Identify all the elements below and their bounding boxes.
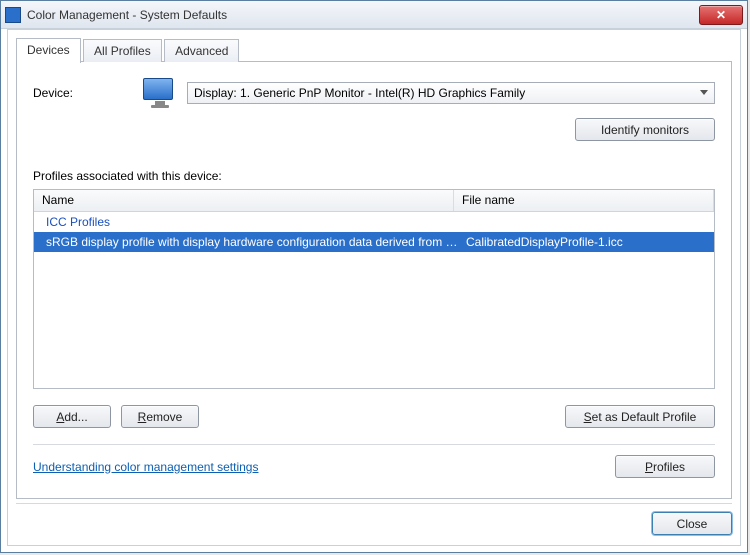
- tab-advanced[interactable]: Advanced: [164, 39, 239, 63]
- close-icon: ✕: [716, 8, 726, 22]
- tab-devices[interactable]: Devices: [16, 38, 81, 63]
- app-icon: [5, 7, 21, 23]
- listview-body: ICC Profiles sRGB display profile with d…: [34, 212, 714, 252]
- device-label: Device:: [33, 86, 133, 100]
- monitor-icon: [143, 78, 177, 108]
- profile-actions: Add... Remove Set as Default Profile: [33, 405, 715, 428]
- tab-strip: Devices All Profiles Advanced: [16, 38, 732, 62]
- list-item-file: CalibratedDisplayProfile-1.icc: [462, 235, 710, 249]
- list-item[interactable]: sRGB display profile with display hardwa…: [34, 232, 714, 252]
- identify-row: Identify monitors: [33, 118, 715, 141]
- device-dropdown[interactable]: Display: 1. Generic PnP Monitor - Intel(…: [187, 82, 715, 104]
- column-name-header[interactable]: Name: [34, 190, 454, 211]
- add-button[interactable]: Add...: [33, 405, 111, 428]
- color-management-window: Color Management - System Defaults ✕ Dev…: [0, 0, 748, 553]
- close-window-button[interactable]: ✕: [699, 5, 743, 25]
- client-area: Devices All Profiles Advanced Device: Di…: [7, 29, 741, 546]
- device-row: Device: Display: 1. Generic PnP Monitor …: [33, 78, 715, 108]
- profiles-listview[interactable]: Name File name ICC Profiles sRGB display…: [33, 189, 715, 389]
- column-file-header[interactable]: File name: [454, 190, 714, 211]
- titlebar: Color Management - System Defaults ✕: [1, 1, 747, 29]
- listview-header: Name File name: [34, 190, 714, 212]
- devices-panel: Device: Display: 1. Generic PnP Monitor …: [16, 62, 732, 499]
- list-item-name: sRGB display profile with display hardwa…: [42, 235, 462, 249]
- link-row: Understanding color management settings …: [33, 455, 715, 478]
- list-group-icc: ICC Profiles: [34, 212, 714, 232]
- tab-all-profiles[interactable]: All Profiles: [83, 39, 162, 63]
- dialog-footer: Close: [16, 503, 732, 535]
- understanding-link[interactable]: Understanding color management settings: [33, 460, 258, 474]
- set-default-profile-button[interactable]: Set as Default Profile: [565, 405, 715, 428]
- close-button[interactable]: Close: [652, 512, 732, 535]
- separator: [33, 444, 715, 445]
- remove-button[interactable]: Remove: [121, 405, 199, 428]
- identify-monitors-button[interactable]: Identify monitors: [575, 118, 715, 141]
- profiles-button[interactable]: Profiles: [615, 455, 715, 478]
- profiles-label: Profiles associated with this device:: [33, 169, 715, 183]
- device-dropdown-value: Display: 1. Generic PnP Monitor - Intel(…: [194, 86, 525, 100]
- chevron-down-icon: [700, 90, 708, 95]
- window-title: Color Management - System Defaults: [27, 8, 699, 22]
